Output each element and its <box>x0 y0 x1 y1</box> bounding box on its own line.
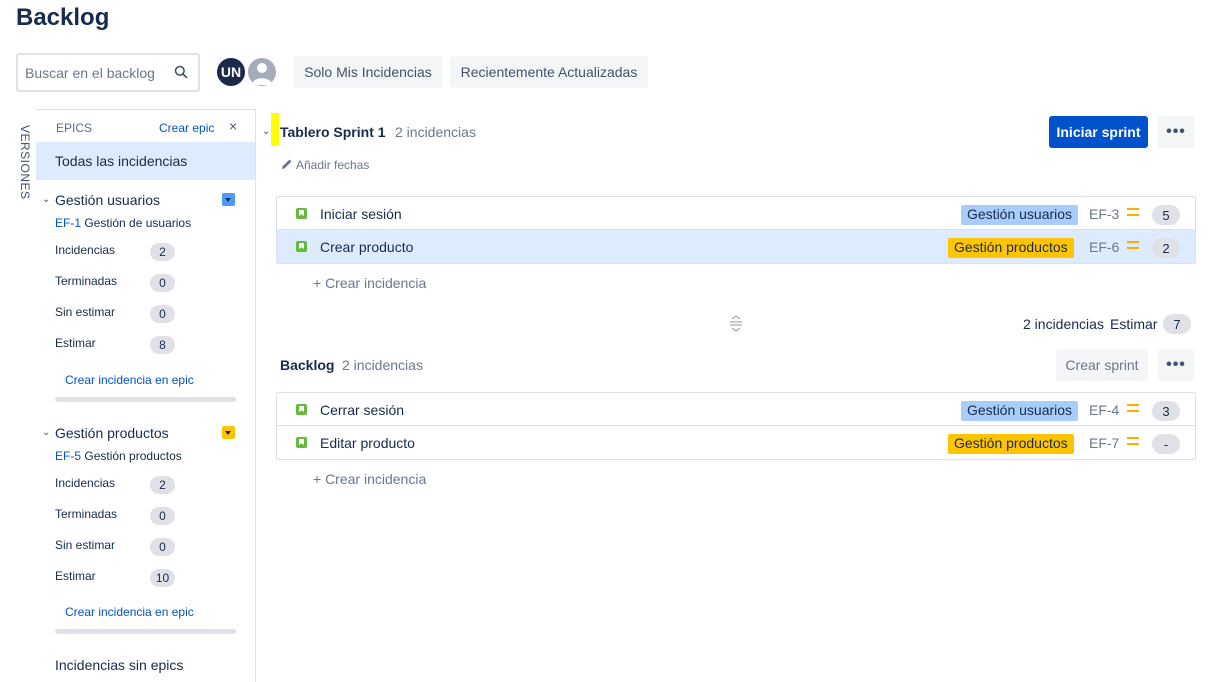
start-sprint-button[interactable]: Iniciar sprint <box>1049 116 1148 148</box>
sprint-issue-list: Iniciar sesión Gestión usuarios EF-3 5 C… <box>276 196 1196 264</box>
stat-badge: 2 <box>150 476 175 494</box>
stat-label: Estimar <box>55 569 96 583</box>
issue-row[interactable]: Editar producto Gestión productos EF-7 - <box>277 426 1195 459</box>
sprint-title[interactable]: Tablero Sprint 1 <box>280 124 386 140</box>
issue-summary[interactable]: Iniciar sesión <box>320 206 402 222</box>
backlog-title[interactable]: Backlog <box>280 357 334 373</box>
add-dates-link[interactable]: Añadir fechas <box>281 158 369 172</box>
stat-badge: 8 <box>150 336 175 354</box>
epic-key-link[interactable]: EF-1 Gestión de usuarios <box>55 216 191 230</box>
stat-label: Terminadas <box>55 274 118 288</box>
issue-key[interactable]: EF-6 <box>1089 239 1119 255</box>
all-issues-item[interactable]: Todas las incidencias <box>36 142 255 180</box>
search-input[interactable] <box>18 55 168 90</box>
create-issue-button[interactable]: + Crear incidencia <box>313 275 426 291</box>
issues-without-epic-item[interactable]: Incidencias sin epics <box>55 657 183 673</box>
epic-key-name: Gestión productos <box>84 449 182 463</box>
stat-badge: 10 <box>150 569 175 587</box>
pencil-icon <box>282 159 292 169</box>
priority-medium-icon <box>1127 437 1139 445</box>
priority-medium-icon <box>1127 404 1139 412</box>
epic-key-name: Gestión de usuarios <box>84 216 192 230</box>
stat-label: Sin estimar <box>55 538 116 552</box>
epics-header: EPICS <box>56 121 93 135</box>
stat-badge: 0 <box>150 305 175 323</box>
stat-label: Estimar <box>55 336 96 350</box>
issue-row[interactable]: Crear producto Gestión productos EF-6 2 <box>277 230 1195 263</box>
story-icon <box>296 241 307 252</box>
create-issue-in-epic-link[interactable]: Crear incidencia en epic <box>65 373 194 387</box>
estimate-badge: 3 <box>1152 401 1180 421</box>
stat-badge: 0 <box>150 538 175 556</box>
sprint-total-estimate-badge: 7 <box>1163 314 1191 334</box>
epic-lozenge[interactable]: Gestión usuarios <box>961 401 1079 421</box>
epic-color-dropdown-icon[interactable] <box>222 193 235 206</box>
drag-handle-icon[interactable] <box>728 314 744 332</box>
epic-title[interactable]: Gestión productos <box>55 425 169 441</box>
epic-progress-bar <box>55 629 236 634</box>
stat-badge: 0 <box>150 507 175 525</box>
filter-recently-updated-button[interactable]: Recientemente Actualizadas <box>450 56 648 88</box>
story-icon <box>296 404 307 415</box>
epic-color-dropdown-icon[interactable] <box>222 426 235 439</box>
issue-key[interactable]: EF-3 <box>1089 206 1119 222</box>
estimate-badge: 5 <box>1152 205 1180 225</box>
stat-label: Terminadas <box>55 507 118 521</box>
avatar[interactable]: UN <box>215 56 247 88</box>
page-title: Backlog <box>16 4 110 31</box>
stat-label: Incidencias <box>55 243 116 257</box>
epics-panel: EPICS Crear epic × Todas las incidencias… <box>36 109 256 682</box>
unassigned-avatar-icon[interactable] <box>246 56 278 88</box>
sprint-more-button[interactable]: ••• <box>1158 116 1194 148</box>
issue-key[interactable]: EF-7 <box>1089 435 1119 451</box>
epic-lozenge[interactable]: Gestión productos <box>948 238 1074 258</box>
sprint-footer-estimate-label: Estimar <box>1110 316 1158 332</box>
search-box[interactable] <box>16 53 200 92</box>
issue-row[interactable]: Iniciar sesión Gestión usuarios EF-3 5 <box>277 197 1195 230</box>
story-icon <box>296 208 307 219</box>
epic-lozenge[interactable]: Gestión productos <box>948 434 1074 454</box>
close-icon[interactable]: × <box>229 118 237 134</box>
epic-lozenge[interactable]: Gestión usuarios <box>961 205 1079 225</box>
epic-progress-bar <box>55 397 236 402</box>
estimate-badge: 2 <box>1152 238 1180 258</box>
stat-badge: 2 <box>150 243 175 261</box>
backlog-issue-list: Cerrar sesión Gestión usuarios EF-4 3 Ed… <box>276 392 1196 460</box>
backlog-more-button[interactable]: ••• <box>1158 349 1194 381</box>
issue-summary[interactable]: Cerrar sesión <box>320 402 404 418</box>
create-sprint-button[interactable]: Crear sprint <box>1056 349 1148 381</box>
chevron-down-icon[interactable]: ⌄ <box>42 194 50 205</box>
stat-label: Incidencias <box>55 476 116 490</box>
search-icon[interactable] <box>174 65 188 79</box>
filter-only-my-issues-button[interactable]: Solo Mis Incidencias <box>294 56 442 88</box>
chevron-down-icon[interactable]: ⌄ <box>262 126 270 137</box>
highlight-marker <box>271 113 279 146</box>
versions-tab[interactable]: VERSIONES <box>18 125 32 200</box>
sprint-issue-count: 2 incidencias <box>395 124 476 140</box>
epic-key-link[interactable]: EF-5 Gestión productos <box>55 449 182 463</box>
priority-medium-icon <box>1127 241 1139 249</box>
epic-title[interactable]: Gestión usuarios <box>55 192 160 208</box>
priority-medium-icon <box>1127 208 1139 216</box>
stat-badge: 0 <box>150 274 175 292</box>
issue-key[interactable]: EF-4 <box>1089 402 1119 418</box>
stat-label: Sin estimar <box>55 305 116 319</box>
issue-summary[interactable]: Crear producto <box>320 239 413 255</box>
chevron-down-icon[interactable]: ⌄ <box>42 427 50 438</box>
backlog-issue-count: 2 incidencias <box>342 357 423 373</box>
create-epic-link[interactable]: Crear epic <box>159 121 214 135</box>
issue-row[interactable]: Cerrar sesión Gestión usuarios EF-4 3 <box>277 393 1195 426</box>
create-issue-in-epic-link[interactable]: Crear incidencia en epic <box>65 605 194 619</box>
estimate-badge: - <box>1152 434 1180 454</box>
issue-summary[interactable]: Editar producto <box>320 435 415 451</box>
sprint-footer-count: 2 incidencias <box>1023 316 1104 332</box>
create-issue-button[interactable]: + Crear incidencia <box>313 471 426 487</box>
story-icon <box>296 437 307 448</box>
